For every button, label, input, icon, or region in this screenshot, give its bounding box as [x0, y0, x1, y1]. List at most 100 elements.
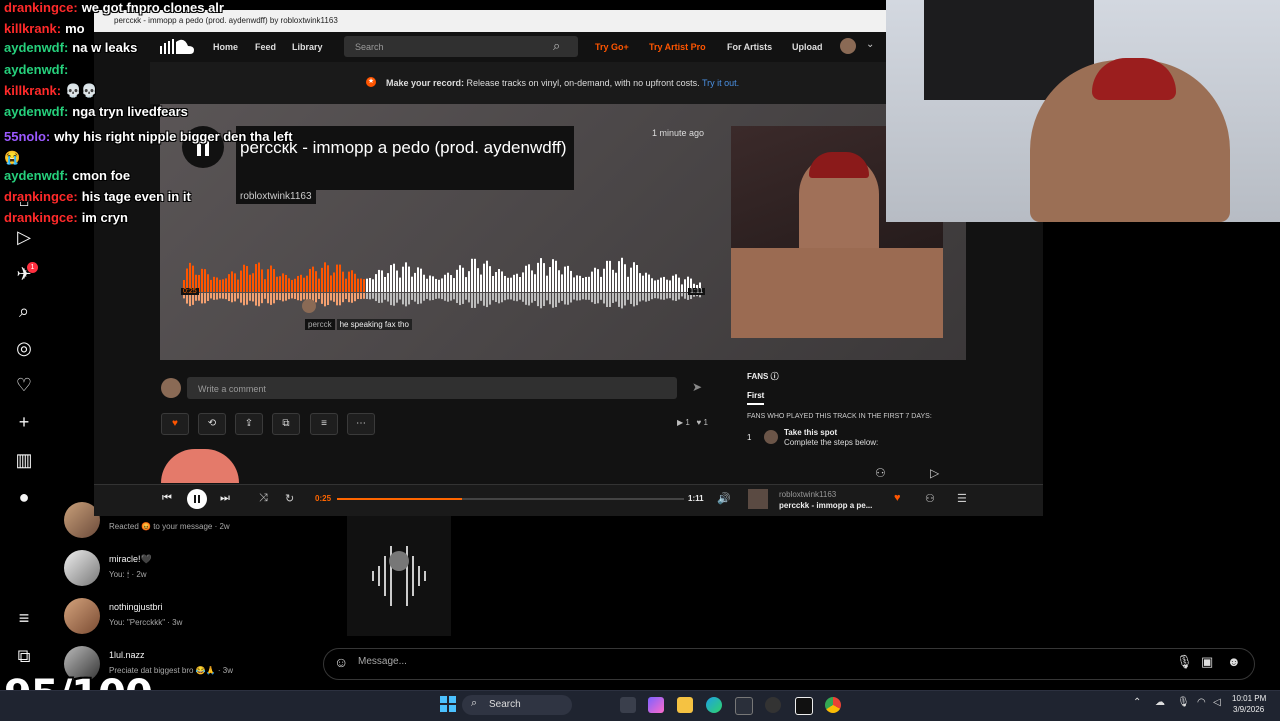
player-thumbnail[interactable]	[748, 489, 768, 509]
store-icon[interactable]	[735, 697, 753, 715]
waveform[interactable]	[183, 254, 703, 318]
waveform-bar-reflection	[372, 293, 374, 299]
waveform-bar	[213, 276, 215, 292]
waveform-bar	[429, 275, 431, 292]
for-artists-link[interactable]: For Artists	[727, 42, 772, 52]
edge-icon[interactable]	[706, 697, 722, 713]
waveform-bar	[591, 271, 593, 292]
waveform-bar	[561, 274, 563, 292]
comment-user[interactable]: percck	[305, 319, 335, 330]
capcut-icon[interactable]	[795, 697, 813, 715]
waveform-bar	[543, 263, 545, 292]
emoji-icon[interactable]: ☺	[334, 654, 348, 670]
copy-link-button[interactable]: ⧉	[272, 413, 300, 435]
comment-avatar[interactable]	[302, 299, 316, 313]
banner-link[interactable]: Try it out.	[700, 78, 739, 88]
waveform-bar-reflection	[534, 293, 536, 301]
follow-icon[interactable]: ⚇	[875, 466, 886, 480]
profile-avatar-icon[interactable]: ●	[14, 487, 34, 507]
waveform-bar-reflection	[408, 293, 410, 305]
chevron-up-icon[interactable]: ⌃	[1133, 697, 1141, 708]
heart-icon[interactable]: ♡	[14, 375, 34, 395]
volume-icon[interactable]: 🔊	[717, 492, 731, 505]
pause-button-small[interactable]	[187, 489, 207, 509]
repeat-icon[interactable]: ↻	[285, 492, 294, 505]
waveform-bar-reflection	[579, 293, 581, 301]
waveform-bar-reflection	[483, 293, 485, 306]
player-artist[interactable]: robloxtwink1163	[779, 490, 836, 499]
mic-tray-icon[interactable]: 🎙	[1177, 697, 1190, 708]
next-icon[interactable]: ⏭	[220, 492, 230, 505]
copilot-icon[interactable]	[648, 697, 664, 713]
wifi-icon[interactable]: ◠	[1197, 697, 1206, 708]
waveform-bar	[318, 278, 320, 292]
file-explorer-icon[interactable]	[677, 697, 693, 713]
try-go-link[interactable]: Try Go+	[595, 42, 629, 52]
chrome-icon[interactable]	[825, 697, 841, 713]
queue-icon[interactable]: ☰	[957, 492, 967, 505]
player-like-icon[interactable]: ♥	[894, 492, 901, 504]
clock-time[interactable]: 10:01 PM	[1232, 694, 1266, 703]
reels-icon[interactable]: ▷	[14, 227, 34, 247]
info-icon[interactable]: ⓘ	[771, 372, 779, 381]
waveform-bar	[522, 272, 524, 292]
shuffle-icon[interactable]: ⤨	[259, 492, 268, 505]
user-avatar[interactable]	[840, 38, 856, 54]
nav-home[interactable]: Home	[213, 42, 238, 52]
nav-feed[interactable]: Feed	[255, 42, 276, 52]
waveform-bar	[447, 272, 449, 292]
conversation-item[interactable]: nothingjustbri You: "Percckkk" · 3w	[64, 598, 304, 644]
chevron-down-icon[interactable]: ⌄	[866, 39, 874, 50]
shared-media-thumbnail[interactable]	[347, 516, 451, 636]
apps-icon[interactable]: ⧉	[14, 646, 34, 666]
chat-text: cmon foe	[72, 168, 131, 183]
send-icon[interactable]: ➤	[692, 380, 702, 394]
repost-button[interactable]: ⟲	[198, 413, 226, 435]
waveform-total-time: 1:11	[688, 288, 706, 295]
microphone-icon[interactable]: 🎙	[1176, 654, 1193, 670]
task-view-icon[interactable]	[620, 697, 636, 713]
message-input[interactable]	[323, 648, 1255, 680]
chat-message: aydenwdf: nga tryn livedfears	[4, 104, 188, 119]
waveform-bar-reflection	[360, 293, 362, 300]
waveform-bar-reflection	[513, 293, 515, 301]
obs-icon[interactable]	[765, 697, 781, 713]
play-count: 1	[685, 418, 690, 427]
create-icon[interactable]: +	[14, 412, 34, 432]
share-button[interactable]: ⇪	[235, 413, 263, 435]
chat-username: aydenwdf:	[4, 40, 69, 55]
add-to-playlist-button[interactable]: ≡	[310, 413, 338, 435]
search-icon[interactable]: ⌕	[14, 301, 34, 321]
waveform-bar-reflection	[603, 293, 605, 304]
speaker-icon[interactable]: ◁	[1213, 697, 1221, 708]
like-button[interactable]: ♥	[161, 413, 189, 435]
more-button[interactable]: ⋯	[347, 413, 375, 435]
waveform-bar	[267, 269, 269, 292]
upload-link[interactable]: Upload	[792, 42, 823, 52]
previous-icon[interactable]: ⏮	[162, 492, 172, 505]
clock-date[interactable]: 3/9/2026	[1233, 705, 1264, 714]
soundcloud-logo-icon[interactable]	[160, 38, 194, 54]
conversation-item[interactable]: miracle!🖤 You: 🕯 · 2w	[64, 550, 304, 596]
menu-icon[interactable]: ≡	[14, 608, 34, 628]
fans-tab-first[interactable]: First	[747, 391, 765, 405]
track-artist[interactable]: robloxtwink1163	[236, 189, 316, 204]
waveform-bar	[291, 279, 293, 292]
try-artist-pro-link[interactable]: Try Artist Pro	[649, 42, 706, 52]
player-title[interactable]: percckk - immopp a pe...	[779, 501, 872, 510]
chat-username: 55nolo:	[4, 129, 51, 144]
play-icon[interactable]: ▷	[930, 466, 939, 480]
browser-tab-title[interactable]: perccкk - immopp a pedo (prod. aydenwdff…	[114, 16, 338, 25]
nav-library[interactable]: Library	[292, 42, 323, 52]
image-icon[interactable]: ▣	[1201, 654, 1213, 670]
explore-icon[interactable]: ◎	[14, 338, 34, 358]
player-follow-icon[interactable]: ⚇	[925, 492, 935, 505]
waveform-bar	[471, 258, 473, 292]
windows-start-icon[interactable]	[440, 696, 456, 712]
waveform-bar-reflection	[678, 293, 680, 300]
search-icon[interactable]: ⌕	[553, 38, 560, 54]
dashboard-icon[interactable]: ▥	[14, 450, 34, 470]
cloud-icon[interactable]: ☁	[1155, 697, 1165, 708]
sticker-icon[interactable]: ☻	[1227, 654, 1241, 669]
waveform-bar-reflection	[549, 293, 551, 305]
